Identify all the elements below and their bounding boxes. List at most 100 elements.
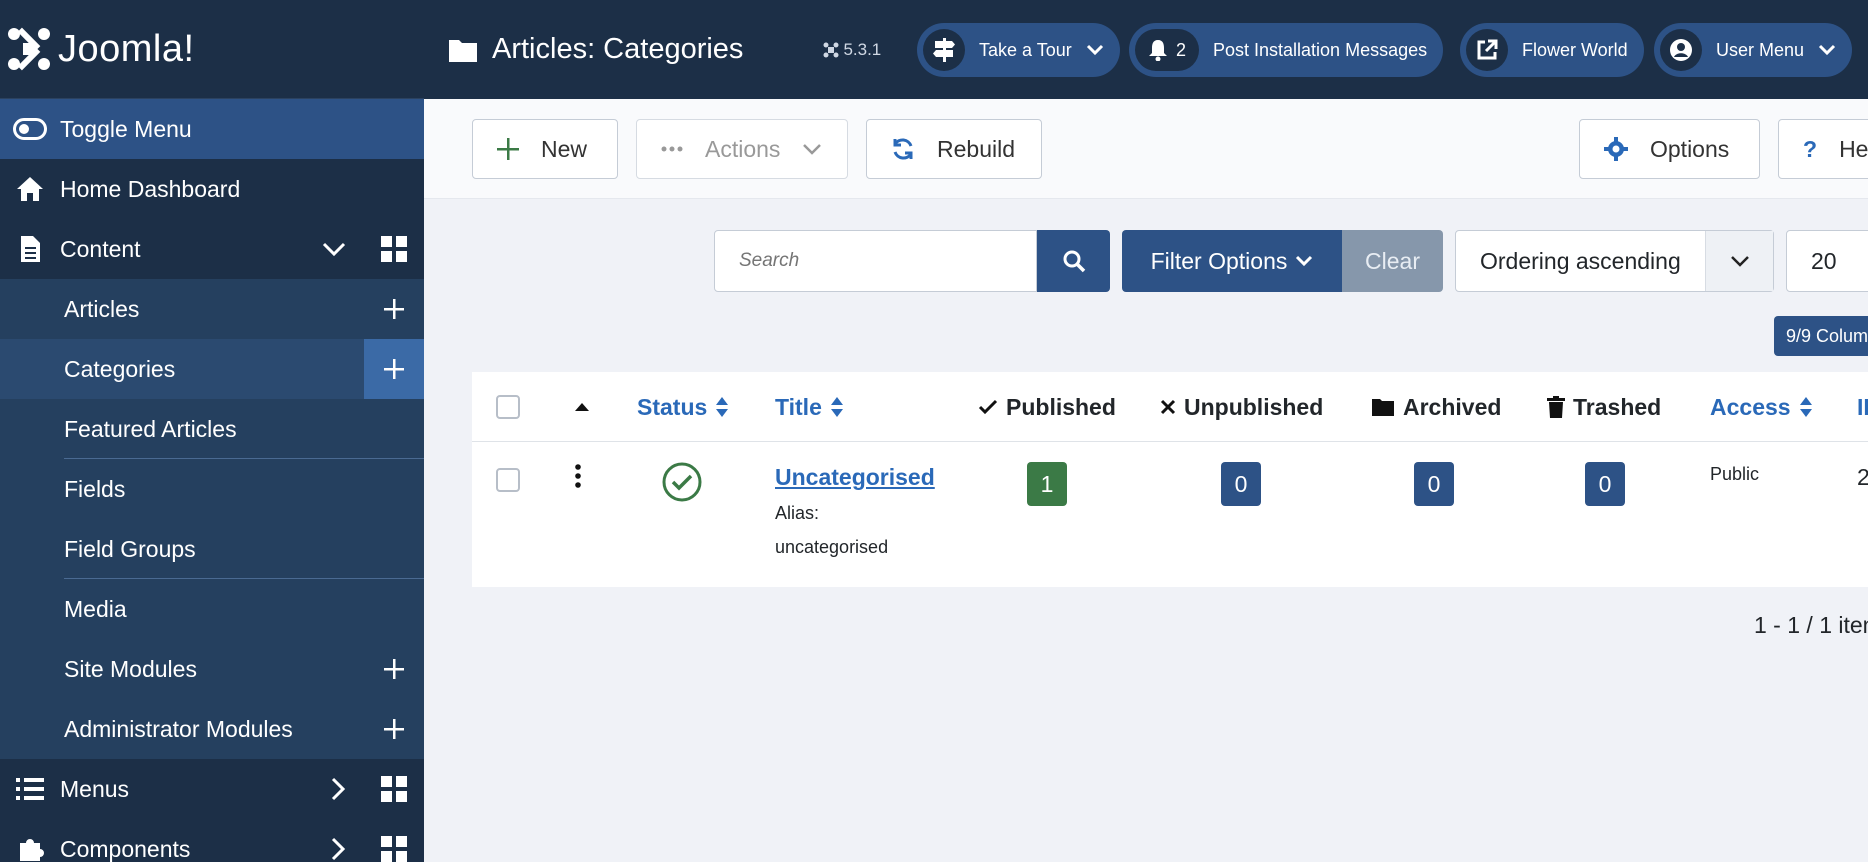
sidebar-item-administrator-modules[interactable]: Administrator Modules	[0, 699, 424, 759]
select-all-checkbox[interactable]	[496, 372, 520, 442]
toggle-menu-button[interactable]: Toggle Menu	[0, 99, 424, 159]
unpublished-count-badge[interactable]: 0	[1221, 462, 1261, 506]
user-menu-button[interactable]: User Menu	[1654, 23, 1853, 77]
ordering-sort-icon[interactable]	[574, 372, 590, 442]
sidebar-item-site-modules[interactable]: Site Modules	[0, 639, 424, 699]
view-site-button[interactable]: Flower World	[1460, 23, 1644, 77]
chevron-down-icon	[1086, 44, 1103, 56]
toggle-icon	[0, 118, 60, 140]
bell-icon	[1148, 40, 1167, 61]
sidebar-item-components[interactable]: Components	[0, 819, 424, 862]
dashboard-grid-icon[interactable]	[364, 819, 424, 862]
list-limit-select[interactable]: 20	[1786, 230, 1868, 292]
times-icon	[1160, 399, 1176, 415]
chevron-down-icon[interactable]	[322, 219, 346, 279]
column-header-label: Archived	[1403, 393, 1502, 420]
columns-toggle-button[interactable]: 9/9 Columns	[1774, 316, 1868, 356]
search-button[interactable]	[1037, 230, 1110, 292]
categories-table: Status Title Published Unpublished Archi…	[472, 372, 1868, 587]
new-label: New	[541, 135, 588, 162]
sidebar-item-label: Field Groups	[64, 535, 196, 562]
row-actions-icon[interactable]	[574, 464, 582, 493]
column-header-published: Published	[978, 372, 1116, 442]
column-header-id[interactable]: ID	[1857, 372, 1868, 442]
sidebar-item-label: Content	[60, 235, 141, 262]
user-menu-label: User Menu	[1716, 39, 1805, 60]
plus-icon	[497, 138, 519, 160]
filter-options-button[interactable]: Filter Options	[1122, 230, 1342, 292]
user-icon	[1660, 29, 1702, 71]
sidebar-item-field-groups[interactable]: Field Groups	[0, 519, 424, 579]
joomla-logo-icon	[8, 27, 50, 71]
sidebar-item-fields[interactable]: Fields	[0, 459, 424, 519]
sidebar-item-label: Home Dashboard	[60, 175, 241, 202]
published-count-badge[interactable]: 1	[1027, 462, 1067, 506]
new-button[interactable]: New	[472, 119, 618, 179]
column-header-trashed: Trashed	[1547, 372, 1661, 442]
help-label: Help	[1839, 135, 1868, 162]
archived-count-badge[interactable]: 0	[1414, 462, 1454, 506]
sidebar-item-articles[interactable]: Articles	[0, 279, 424, 339]
ordering-select[interactable]: Ordering ascending	[1455, 230, 1774, 292]
sidebar-item-home-dashboard[interactable]: Home Dashboard	[0, 159, 424, 219]
file-icon	[0, 235, 60, 263]
sort-icon	[1799, 397, 1812, 417]
chevron-down-icon	[1296, 255, 1313, 267]
dashboard-grid-icon[interactable]	[364, 759, 424, 819]
sidebar-item-label: Menus	[60, 775, 130, 802]
help-button[interactable]: ? Help	[1778, 119, 1868, 179]
column-header-access[interactable]: Access	[1710, 372, 1813, 442]
column-header-title[interactable]: Title	[775, 372, 844, 442]
sidebar-item-label: Site Modules	[64, 655, 197, 682]
joomla-small-icon	[823, 42, 839, 57]
clear-button[interactable]: Clear	[1342, 230, 1443, 292]
trashed-count-badge[interactable]: 0	[1585, 462, 1625, 506]
sidebar-item-menus[interactable]: Menus	[0, 759, 424, 819]
rebuild-button[interactable]: Rebuild	[866, 119, 1042, 179]
plus-icon[interactable]	[364, 279, 424, 339]
plus-icon[interactable]	[364, 699, 424, 759]
external-link-icon	[1466, 29, 1508, 71]
alias-value: uncategorised	[775, 537, 889, 557]
sidebar-item-content[interactable]: Content	[0, 219, 424, 279]
category-title-link[interactable]: Uncategorised	[775, 464, 935, 490]
brand-name: Joomla!	[58, 27, 195, 70]
chevron-right-icon[interactable]	[330, 759, 346, 819]
category-title-cell: Uncategorised Alias: uncategorised	[775, 464, 935, 565]
home-icon	[0, 175, 60, 203]
sidebar-item-categories[interactable]: Categories	[0, 339, 424, 399]
puzzle-icon	[0, 835, 60, 862]
sidebar-item-media[interactable]: Media	[0, 579, 424, 639]
chevron-right-icon[interactable]	[330, 819, 346, 862]
options-label: Options	[1650, 135, 1730, 162]
column-header-label: Status	[637, 393, 708, 420]
id-value: 2	[1857, 464, 1868, 490]
actions-label: Actions	[705, 135, 781, 162]
take-a-tour-button[interactable]: Take a Tour	[917, 23, 1120, 77]
version-info: 5.3.1	[823, 40, 881, 60]
sidebar-item-label: Fields	[64, 475, 126, 502]
options-button[interactable]: Options	[1579, 119, 1760, 179]
notification-badge: 2	[1135, 29, 1199, 71]
plus-icon[interactable]	[364, 639, 424, 699]
pagination-summary: 1 - 1 / 1 items	[1754, 612, 1868, 638]
search-input[interactable]	[715, 231, 1036, 291]
row-checkbox[interactable]	[496, 468, 520, 492]
column-header-label: Access	[1710, 393, 1791, 420]
notification-count: 2	[1175, 39, 1186, 60]
access-value: Public	[1710, 464, 1760, 484]
dashboard-grid-icon[interactable]	[364, 219, 424, 279]
list-icon	[0, 778, 60, 800]
take-a-tour-label: Take a Tour	[979, 39, 1072, 60]
plus-icon[interactable]	[364, 339, 424, 399]
alias-label: Alias:	[775, 503, 820, 523]
chevron-down-icon	[1818, 44, 1836, 56]
post-installation-messages-button[interactable]: 2 Post Installation Messages	[1129, 23, 1444, 77]
column-header-status[interactable]: Status	[637, 372, 729, 442]
published-status-icon[interactable]	[662, 462, 702, 507]
actions-dropdown[interactable]: Actions	[636, 119, 848, 179]
joomla-logo[interactable]: Joomla!	[0, 0, 424, 99]
column-header-archived: Archived	[1371, 372, 1501, 442]
sidebar-item-featured-articles[interactable]: Featured Articles	[0, 399, 424, 459]
column-header-unpublished: Unpublished	[1160, 372, 1323, 442]
